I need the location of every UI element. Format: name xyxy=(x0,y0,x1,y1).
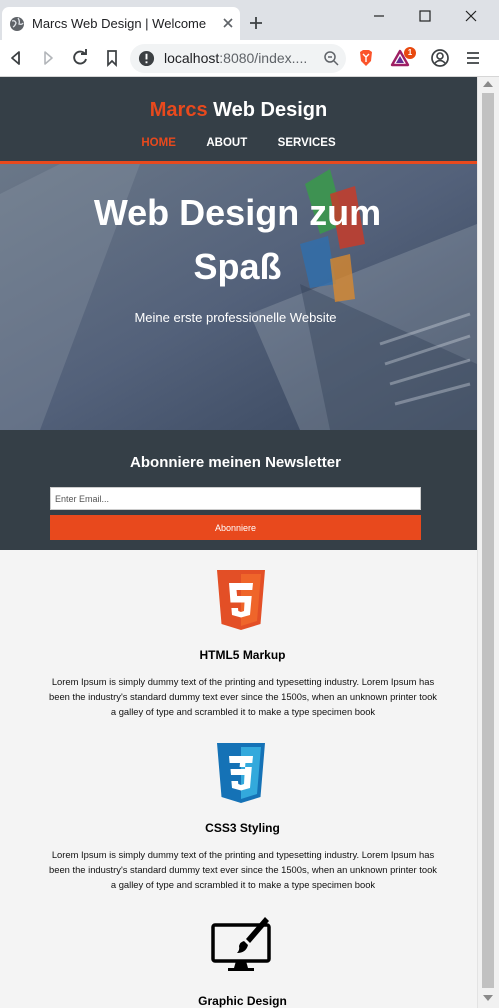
minimize-icon[interactable] xyxy=(369,6,389,26)
tab-title: Marcs Web Design | Welcome xyxy=(32,16,207,31)
scrollbar-thumb[interactable] xyxy=(482,93,494,988)
close-window-icon[interactable] xyxy=(461,6,481,26)
feature-title: HTML5 Markup xyxy=(199,648,286,662)
feature-title: Graphic Design xyxy=(198,994,287,1008)
email-input[interactable] xyxy=(50,487,421,510)
hero-title: Web Design zum Spaß xyxy=(40,186,435,294)
url-text: localhost:8080/index.... xyxy=(164,50,307,66)
brave-shield-icon[interactable] xyxy=(356,48,376,68)
html5-logo-icon xyxy=(217,570,265,630)
forward-icon[interactable] xyxy=(38,48,58,68)
bookmark-icon[interactable] xyxy=(102,48,122,68)
new-tab-icon[interactable] xyxy=(248,15,264,31)
url-host: localhost xyxy=(164,50,220,66)
reload-icon[interactable] xyxy=(70,48,90,68)
menu-icon[interactable] xyxy=(463,48,483,68)
address-bar[interactable]: localhost:8080/index.... xyxy=(130,44,346,73)
css3-logo-icon xyxy=(217,743,265,803)
browser-toolbar: localhost:8080/index.... xyxy=(0,40,499,77)
newsletter-heading: Abonniere meinen Newsletter xyxy=(130,454,341,471)
scroll-up-arrow-icon[interactable] xyxy=(483,81,493,87)
feature-text: Lorem Ipsum is simply dummy text of the … xyxy=(49,676,437,717)
nav-about[interactable]: ABOUT xyxy=(206,137,247,149)
feature-title: CSS3 Styling xyxy=(205,821,280,835)
hero-title-line2: Spaß xyxy=(193,246,282,287)
monitor-brush-icon xyxy=(211,917,271,971)
vertical-scrollbar[interactable] xyxy=(477,77,499,1008)
profile-icon[interactable] xyxy=(430,48,450,68)
page-viewport: Marcs Web Design HOME ABOUT SERVICES Web… xyxy=(0,77,477,1008)
subscribe-button[interactable]: Abonniere xyxy=(50,515,421,540)
rewards-badge: 1 xyxy=(404,47,416,59)
zoom-icon[interactable] xyxy=(323,50,339,66)
scroll-down-arrow-icon[interactable] xyxy=(483,995,493,1001)
brand-rest: Web Design xyxy=(207,99,328,121)
browser-window: Marcs Web Design | Welcome localhost:808… xyxy=(0,0,499,1008)
hero-showcase: Web Design zum Spaß Meine erste professio… xyxy=(0,164,477,430)
hero-title-line1: Web Design zum xyxy=(93,192,382,233)
tab-strip: Marcs Web Design | Welcome xyxy=(0,0,499,40)
site-brand[interactable]: Marcs Web Design xyxy=(0,99,477,122)
main-nav: HOME ABOUT SERVICES xyxy=(0,133,477,151)
back-icon[interactable] xyxy=(6,48,26,68)
globe-icon xyxy=(10,17,24,31)
nav-services[interactable]: SERVICES xyxy=(278,137,336,149)
browser-tab[interactable]: Marcs Web Design | Welcome xyxy=(2,7,240,40)
feature-text: Lorem Ipsum is simply dummy text of the … xyxy=(49,849,437,890)
url-path: :8080/index.... xyxy=(219,50,308,66)
site-info-icon[interactable] xyxy=(138,50,155,67)
nav-home[interactable]: HOME xyxy=(141,137,176,149)
brand-highlight: Marcs xyxy=(149,99,208,121)
close-tab-icon[interactable] xyxy=(220,15,236,31)
maximize-icon[interactable] xyxy=(415,6,435,26)
newsletter-section: Abonniere meinen Newsletter Abonniere xyxy=(0,430,477,550)
site-header: Marcs Web Design HOME ABOUT SERVICES xyxy=(0,77,477,164)
hero-subtitle: Meine erste professionelle Website xyxy=(134,310,337,325)
